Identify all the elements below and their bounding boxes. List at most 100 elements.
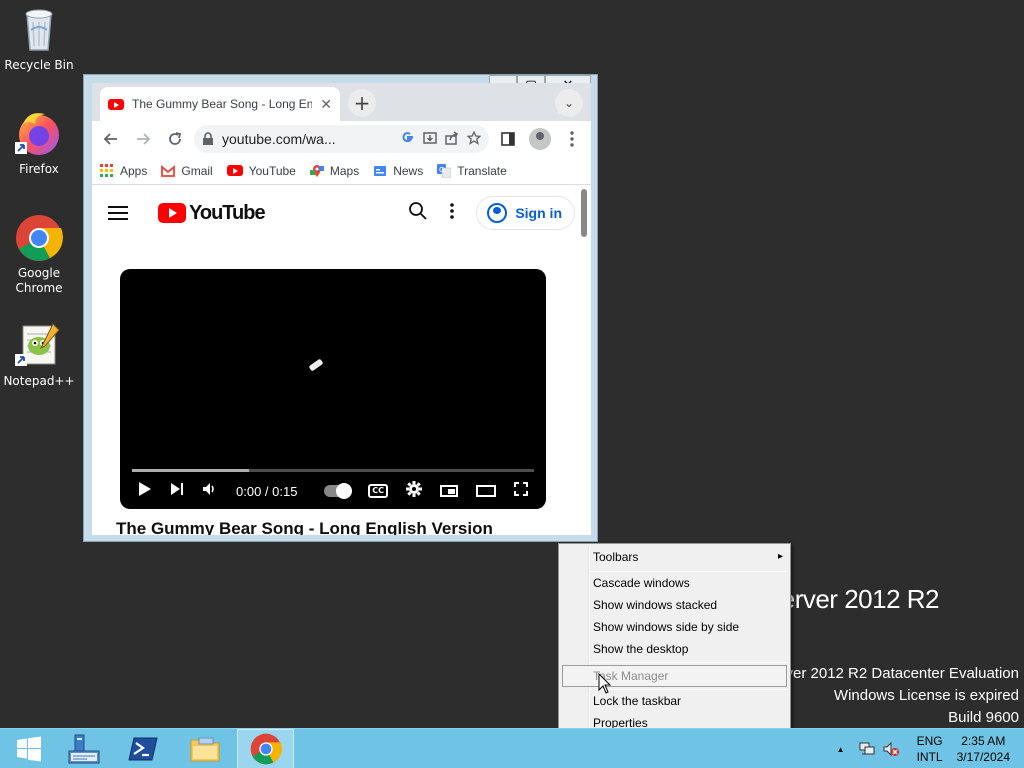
start-button[interactable] xyxy=(0,729,57,768)
desktop-icon-notepad-plus-plus[interactable]: Notepad++ xyxy=(1,322,77,389)
system-tray: ▲ ENG INTL 2:35 AM 3/17/2024 xyxy=(837,729,1024,768)
menu-item-show-windows-stacked[interactable]: Show windows stacked xyxy=(593,594,783,616)
address-bar[interactable]: youtube.com/wa... xyxy=(194,125,489,153)
desktop-icon-label: Firefox xyxy=(19,162,59,176)
search-icon[interactable] xyxy=(408,201,428,225)
windows-logo-icon xyxy=(16,736,41,762)
bookmark-youtube[interactable]: YouTube xyxy=(226,163,296,178)
youtube-page: YouTube Sign in 0:00 / 0:15 CC The Gummy… xyxy=(92,185,591,535)
miniplayer-icon[interactable] xyxy=(440,485,458,497)
network-icon[interactable] xyxy=(859,742,875,756)
theater-mode-icon[interactable] xyxy=(476,485,496,497)
share-icon[interactable] xyxy=(445,130,459,148)
fullscreen-icon[interactable] xyxy=(514,482,528,500)
bookmark-gmail[interactable]: Gmail xyxy=(161,163,213,178)
volume-icon[interactable] xyxy=(202,482,218,500)
chrome-icon xyxy=(250,733,282,765)
video-player[interactable]: 0:00 / 0:15 CC xyxy=(120,269,546,509)
arrow-left-icon xyxy=(103,133,117,145)
bookmark-label: Maps xyxy=(329,163,360,178)
captions-button[interactable]: CC xyxy=(368,484,388,498)
bookmark-news[interactable]: News xyxy=(373,164,423,178)
next-button[interactable] xyxy=(170,482,184,500)
bookmark-translate[interactable]: G Translate xyxy=(437,163,507,178)
youtube-logo[interactable]: YouTube xyxy=(158,202,266,225)
folder-icon xyxy=(190,737,219,762)
taskbar-file-explorer[interactable] xyxy=(176,729,233,768)
recycle-bin-icon xyxy=(15,6,63,54)
volume-muted-icon[interactable] xyxy=(883,741,899,757)
install-app-icon[interactable] xyxy=(423,131,437,148)
input-language-indicator[interactable]: ENG INTL xyxy=(917,733,943,765)
new-tab-button[interactable]: + xyxy=(348,89,376,117)
back-button[interactable] xyxy=(98,126,124,152)
kebab-menu-icon xyxy=(570,131,574,147)
time-display: 0:00 / 0:15 xyxy=(236,483,298,499)
tab-search-button[interactable]: ⌄ xyxy=(555,89,583,117)
arrow-right-icon xyxy=(137,133,151,145)
taskbar-context-menu: Toolbars Cascade windows Show windows st… xyxy=(558,543,791,737)
settings-gear-icon[interactable] xyxy=(406,481,422,501)
bookmark-maps[interactable]: Maps xyxy=(309,163,360,178)
chrome-window[interactable]: ▬ ▢ ✕ The Gummy Bear Song - Long Eng ✕ +… xyxy=(83,74,598,542)
sign-in-button[interactable]: Sign in xyxy=(476,196,575,230)
desktop-icon-google-chrome[interactable]: Google Chrome xyxy=(1,214,77,296)
desktop-icon-label: Recycle Bin xyxy=(4,58,74,72)
google-lens-icon[interactable] xyxy=(401,131,415,148)
profile-button[interactable] xyxy=(527,126,553,152)
show-hidden-icons-icon[interactable]: ▲ xyxy=(837,745,845,754)
taskbar-powershell[interactable] xyxy=(114,729,171,768)
settings-kebab-icon[interactable] xyxy=(450,203,455,223)
menu-item-cascade-windows[interactable]: Cascade windows xyxy=(593,572,783,594)
tab-title: The Gummy Bear Song - Long Eng xyxy=(132,97,313,111)
bookmarks-bar: Apps Gmail YouTube Maps News G Translate xyxy=(92,157,591,185)
tab-strip: The Gummy Bear Song - Long Eng ✕ + ⌄ xyxy=(92,83,591,121)
taskbar-server-manager[interactable] xyxy=(55,729,112,768)
clock[interactable]: 2:35 AM 3/17/2024 xyxy=(957,733,1010,765)
bookmark-star-icon[interactable] xyxy=(466,129,482,148)
desktop-icon-label: Notepad++ xyxy=(3,374,75,388)
youtube-favicon-icon xyxy=(108,98,124,110)
clock-time: 2:35 AM xyxy=(961,734,1006,748)
progress-bar[interactable] xyxy=(132,469,534,472)
server-manager-icon xyxy=(68,734,99,764)
tab-close-icon[interactable]: ✕ xyxy=(320,96,332,113)
bookmark-label: Translate xyxy=(457,163,507,178)
side-panel-button[interactable] xyxy=(495,126,521,152)
browser-menu-button[interactable] xyxy=(559,126,585,152)
youtube-logo-icon xyxy=(158,203,186,223)
mouse-cursor-icon xyxy=(598,673,612,694)
reload-button[interactable] xyxy=(162,126,188,152)
tab-youtube[interactable]: The Gummy Bear Song - Long Eng ✕ xyxy=(100,87,340,121)
lang-line2: INTL xyxy=(916,750,943,764)
browser-toolbar: youtube.com/wa... xyxy=(92,121,591,157)
loading-spinner-icon xyxy=(308,358,324,372)
sign-in-label: Sign in xyxy=(515,205,562,221)
menu-item-task-manager[interactable]: Task Manager xyxy=(593,665,783,687)
url-text[interactable]: youtube.com/wa... xyxy=(222,131,393,147)
side-panel-icon xyxy=(501,132,515,146)
play-button[interactable] xyxy=(138,481,152,501)
desktop-icon-firefox[interactable]: Firefox xyxy=(1,110,77,177)
taskbar: ▲ ENG INTL 2:35 AM 3/17/2024 xyxy=(0,728,1024,768)
bookmark-label: Gmail xyxy=(181,163,213,178)
taskbar-google-chrome[interactable] xyxy=(237,729,294,768)
gmail-icon xyxy=(161,164,176,177)
bookmark-apps[interactable]: Apps xyxy=(100,163,147,178)
page-scrollbar[interactable] xyxy=(581,189,587,237)
browser-frame: The Gummy Bear Song - Long Eng ✕ + ⌄ you… xyxy=(92,83,591,535)
menu-item-show-windows-side-by-side[interactable]: Show windows side by side xyxy=(593,616,783,638)
chrome-icon xyxy=(15,214,63,262)
menu-item-show-the-desktop[interactable]: Show the desktop xyxy=(593,638,783,660)
buffered-bar xyxy=(132,469,249,472)
firefox-icon xyxy=(15,110,63,158)
menu-item-toolbars[interactable]: Toolbars xyxy=(593,546,783,568)
forward-button[interactable] xyxy=(130,126,156,152)
menu-item-lock-the-taskbar[interactable]: Lock the taskbar xyxy=(593,690,783,712)
autoplay-toggle[interactable] xyxy=(324,483,353,499)
lock-icon xyxy=(203,132,213,145)
account-circle-icon xyxy=(487,203,508,223)
desktop-icon-recycle-bin[interactable]: Recycle Bin xyxy=(1,6,77,73)
guide-menu-icon[interactable] xyxy=(108,206,128,220)
bookmark-label: YouTube xyxy=(248,163,296,178)
